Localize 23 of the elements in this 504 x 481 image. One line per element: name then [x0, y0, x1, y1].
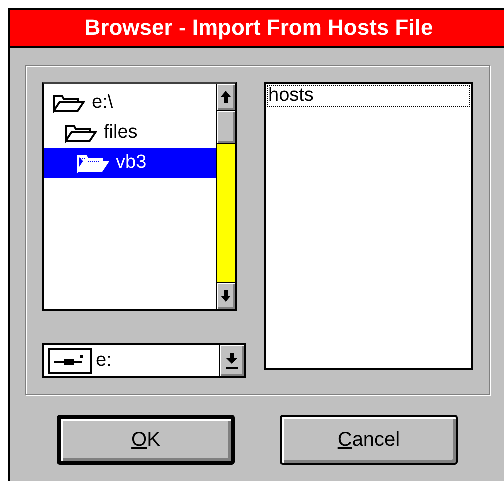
ok-button[interactable]: OK — [57, 415, 235, 465]
drive-dropdown[interactable]: e: — [42, 343, 246, 378]
folder-icon — [64, 123, 98, 143]
file-list[interactable]: hosts — [264, 82, 473, 370]
folder-icon — [76, 153, 110, 173]
file-item[interactable]: hosts — [266, 85, 470, 107]
scroll-down-button[interactable] — [217, 282, 235, 309]
arrow-down-icon — [226, 352, 238, 368]
folder-item[interactable]: files — [44, 118, 216, 148]
folder-list[interactable]: e:\ files vb3 — [42, 82, 237, 311]
dropdown-button[interactable] — [218, 345, 244, 376]
folder-item[interactable]: e:\ — [44, 88, 216, 118]
window-title: Browser - Import From Hosts File — [84, 15, 434, 41]
drive-icon — [48, 348, 92, 374]
cancel-button[interactable]: Cancel — [280, 415, 458, 465]
arrow-down-icon — [221, 290, 231, 302]
scroll-up-button[interactable] — [217, 84, 235, 111]
scroll-thumb[interactable] — [217, 111, 235, 144]
arrow-up-icon — [221, 91, 231, 103]
drive-value: e: — [96, 350, 113, 372]
scrollbar[interactable] — [216, 84, 235, 309]
folder-item[interactable]: vb3 — [44, 148, 216, 178]
folder-icon — [52, 93, 86, 113]
